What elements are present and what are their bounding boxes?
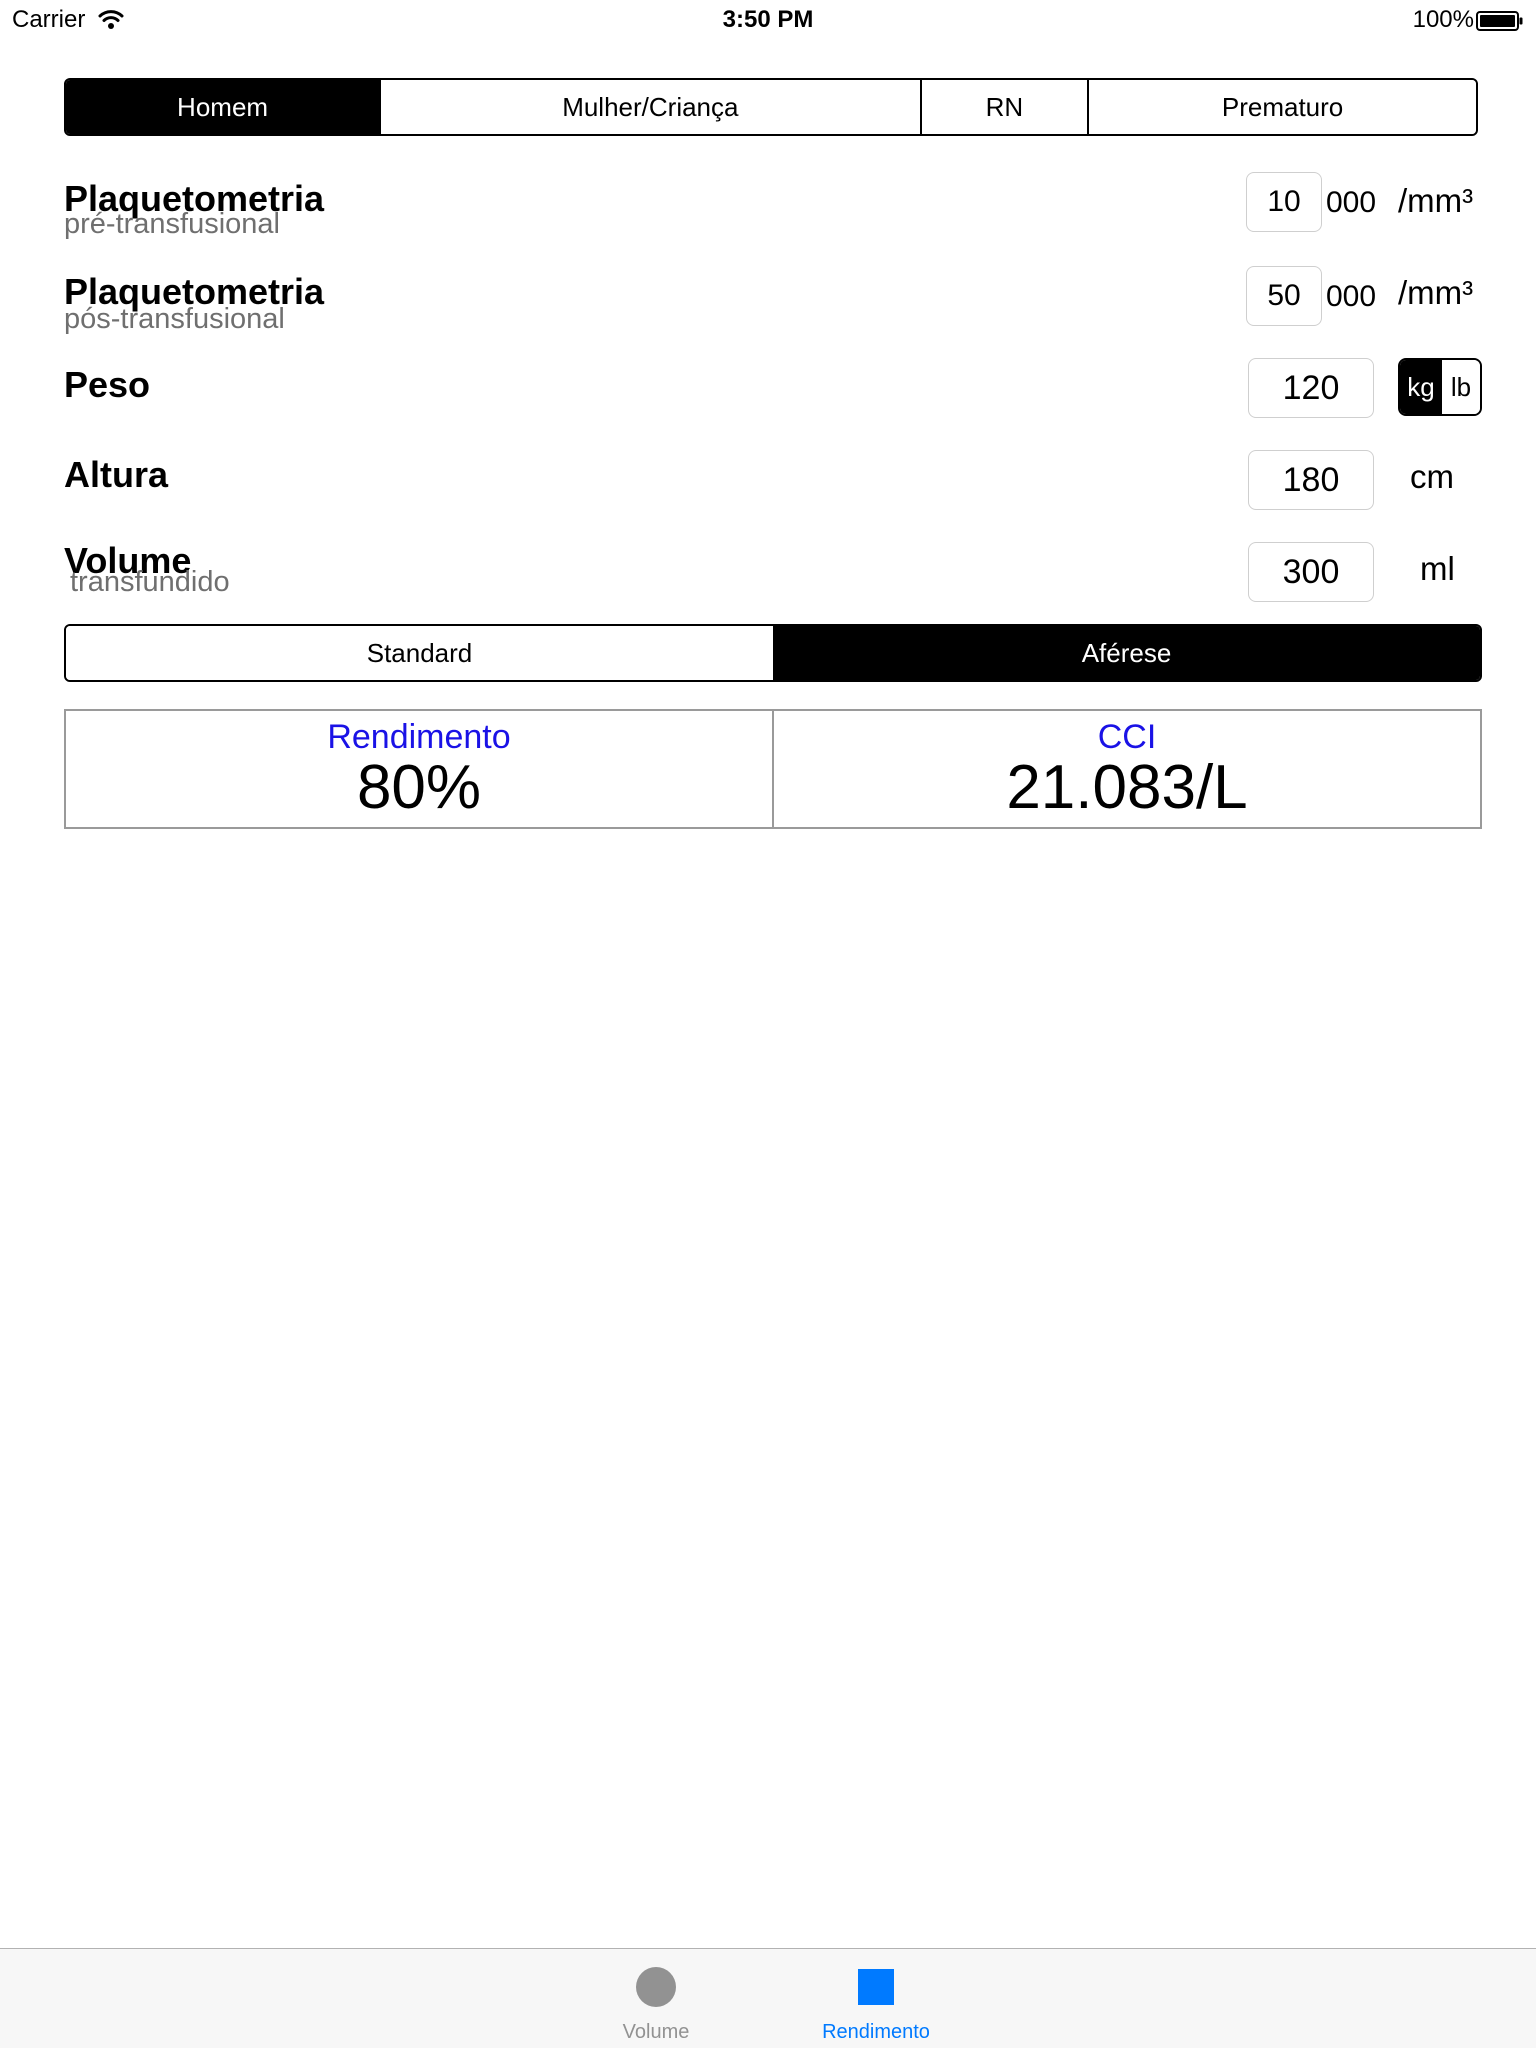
plaq-pos-input[interactable]: 50 xyxy=(1246,266,1322,326)
plaq-pos-suffix: 000 xyxy=(1326,280,1377,313)
segment-lb[interactable]: lb xyxy=(1442,360,1480,414)
segment-standard[interactable]: Standard xyxy=(66,626,773,680)
clock-label: 3:50 PM xyxy=(722,6,814,33)
volume-sublabel: transfundido xyxy=(70,566,230,598)
altura-input[interactable]: 180 xyxy=(1248,450,1374,510)
rendimento-title: Rendimento xyxy=(327,718,511,756)
tab-bar: Volume Rendimento xyxy=(0,1948,1536,2048)
segment-prematuro[interactable]: Prematuro xyxy=(1087,80,1476,134)
altura-label: Altura xyxy=(64,454,169,495)
square-icon xyxy=(858,1969,894,2005)
tab-volume-label: Volume xyxy=(622,2021,690,2043)
volume-input[interactable]: 300 xyxy=(1248,542,1374,602)
battery-percentage: 100% xyxy=(1412,6,1474,33)
tab-rendimento[interactable]: Rendimento xyxy=(806,1949,946,2049)
cci-cell: CCI 21.083/L xyxy=(772,711,1480,827)
altura-unit: cm xyxy=(1410,458,1454,495)
rendimento-value: 80% xyxy=(356,753,482,822)
tab-volume[interactable]: Volume xyxy=(596,1949,716,2049)
peso-label: Peso xyxy=(64,364,151,405)
cci-value: 21.083/L xyxy=(1006,753,1248,822)
rendimento-cell: Rendimento 80% xyxy=(66,711,772,827)
segment-kg[interactable]: kg xyxy=(1400,360,1442,414)
battery-icon xyxy=(1476,11,1523,31)
plaq-pre-sublabel: pré-transfusional xyxy=(64,208,280,240)
tab-rendimento-label: Rendimento xyxy=(822,2021,930,2043)
weight-unit-segmented-control: kg lb xyxy=(1398,358,1482,416)
plaq-pre-unit: /mm³ xyxy=(1398,182,1474,219)
peso-input[interactable]: 120 xyxy=(1248,358,1374,418)
segment-rn[interactable]: RN xyxy=(919,80,1088,134)
patient-type-segmented-control: Homem Mulher/Criança RN Prematuro xyxy=(64,78,1478,136)
plaq-pre-input[interactable]: 10 xyxy=(1246,172,1322,232)
product-type-segmented-control: Standard Aférese xyxy=(64,624,1482,682)
segment-mulher-crianca[interactable]: Mulher/Criança xyxy=(379,80,920,134)
plaq-pos-unit: /mm³ xyxy=(1398,274,1474,311)
segment-homem[interactable]: Homem xyxy=(66,80,380,134)
results-table: Rendimento 80% CCI 21.083/L xyxy=(64,709,1482,829)
volume-unit: ml xyxy=(1420,550,1455,587)
plaq-pre-suffix: 000 xyxy=(1326,186,1377,219)
circle-icon xyxy=(636,1967,676,2007)
segment-aferese[interactable]: Aférese xyxy=(773,626,1480,680)
status-bar: Carrier 3:50 PM 100% xyxy=(0,0,1536,40)
plaq-pos-sublabel: pós-transfusional xyxy=(64,303,285,335)
cci-title: CCI xyxy=(1097,718,1157,756)
